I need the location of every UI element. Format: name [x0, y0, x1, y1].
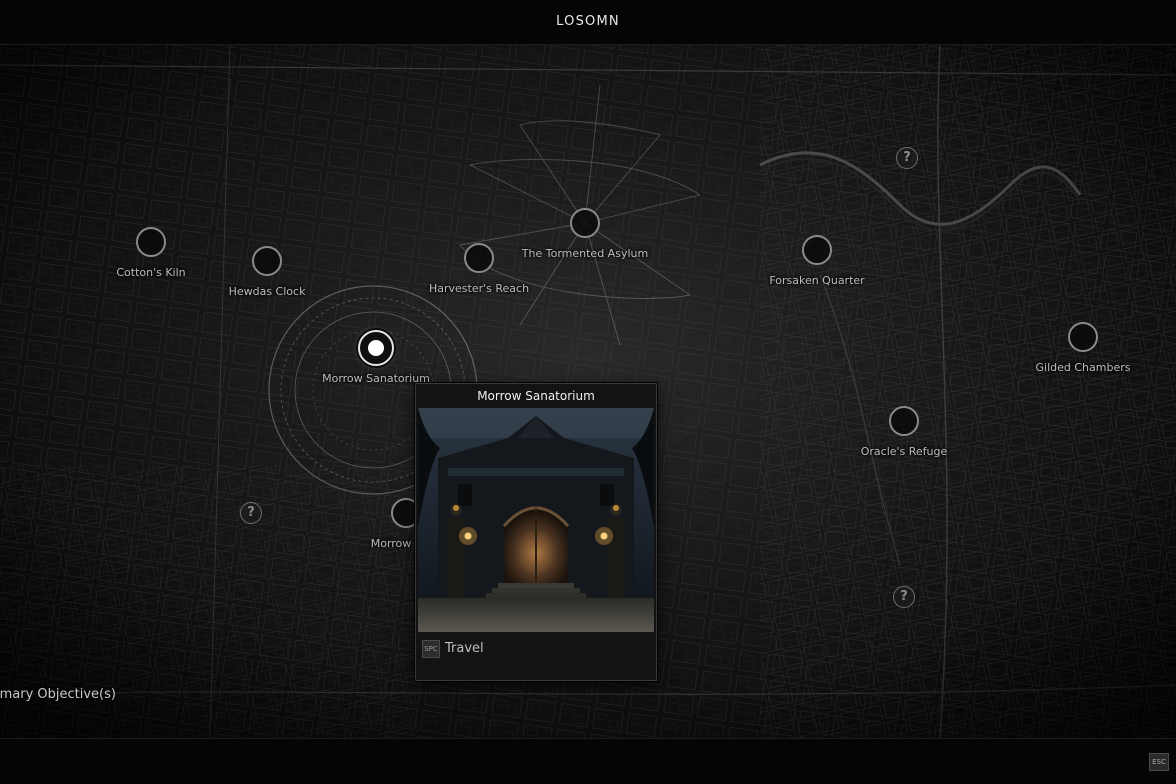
- spacebar-key-hint: SPC: [422, 640, 440, 658]
- location-popup: Morrow Sanatorium SPC Travel: [415, 383, 657, 681]
- bottom-bar: ESC: [0, 738, 1176, 784]
- location-label-morrow: Morrow: [370, 537, 412, 550]
- question-mark-icon-3[interactable]: ?: [893, 586, 915, 608]
- location-node-icon-oracles-refuge[interactable]: [889, 406, 919, 436]
- location-node-icon-cottons-kiln[interactable]: [136, 227, 166, 257]
- location-label-tormented-asylum: The Tormented Asylum: [521, 247, 649, 260]
- location-label-morrow-sanatorium: Morrow Sanatorium: [322, 372, 430, 385]
- location-label-hewdas-clock: Hewdas Clock: [228, 285, 306, 298]
- popup-title: Morrow Sanatorium: [477, 389, 595, 403]
- location-label-gilded-chambers: Gilded Chambers: [1035, 361, 1131, 374]
- question-mark-icon-1[interactable]: ?: [896, 147, 918, 169]
- selected-location-icon-morrow-sanatorium[interactable]: [358, 330, 394, 366]
- map-screen: LOSOMN Cotton's Kiln Hewdas Clock Harves…: [0, 0, 1176, 784]
- location-label-forsaken-quarter: Forsaken Quarter: [769, 274, 865, 287]
- travel-button[interactable]: SPC Travel: [422, 638, 650, 662]
- location-node-icon-gilded-chambers[interactable]: [1068, 322, 1098, 352]
- location-node-icon-harvesters-reach[interactable]: [464, 243, 494, 273]
- escape-key-button[interactable]: ESC: [1149, 753, 1169, 771]
- region-title: LOSOMN: [556, 14, 620, 29]
- location-node-icon-hewdas-clock[interactable]: [252, 246, 282, 276]
- primary-objectives-label[interactable]: imary Objective(s): [0, 687, 116, 702]
- travel-label: Travel: [445, 641, 484, 656]
- question-mark-icon-2[interactable]: ?: [240, 502, 262, 524]
- location-label-oracles-refuge: Oracle's Refuge: [860, 445, 948, 458]
- location-label-cottons-kiln: Cotton's Kiln: [116, 266, 186, 279]
- top-bar: LOSOMN: [0, 0, 1176, 45]
- location-node-icon-tormented-asylum[interactable]: [570, 208, 600, 238]
- location-preview-image: [418, 408, 654, 632]
- sanatorium-entrance-illustration: [418, 408, 654, 632]
- location-label-harvesters-reach: Harvester's Reach: [428, 282, 530, 295]
- location-node-icon-forsaken-quarter[interactable]: [802, 235, 832, 265]
